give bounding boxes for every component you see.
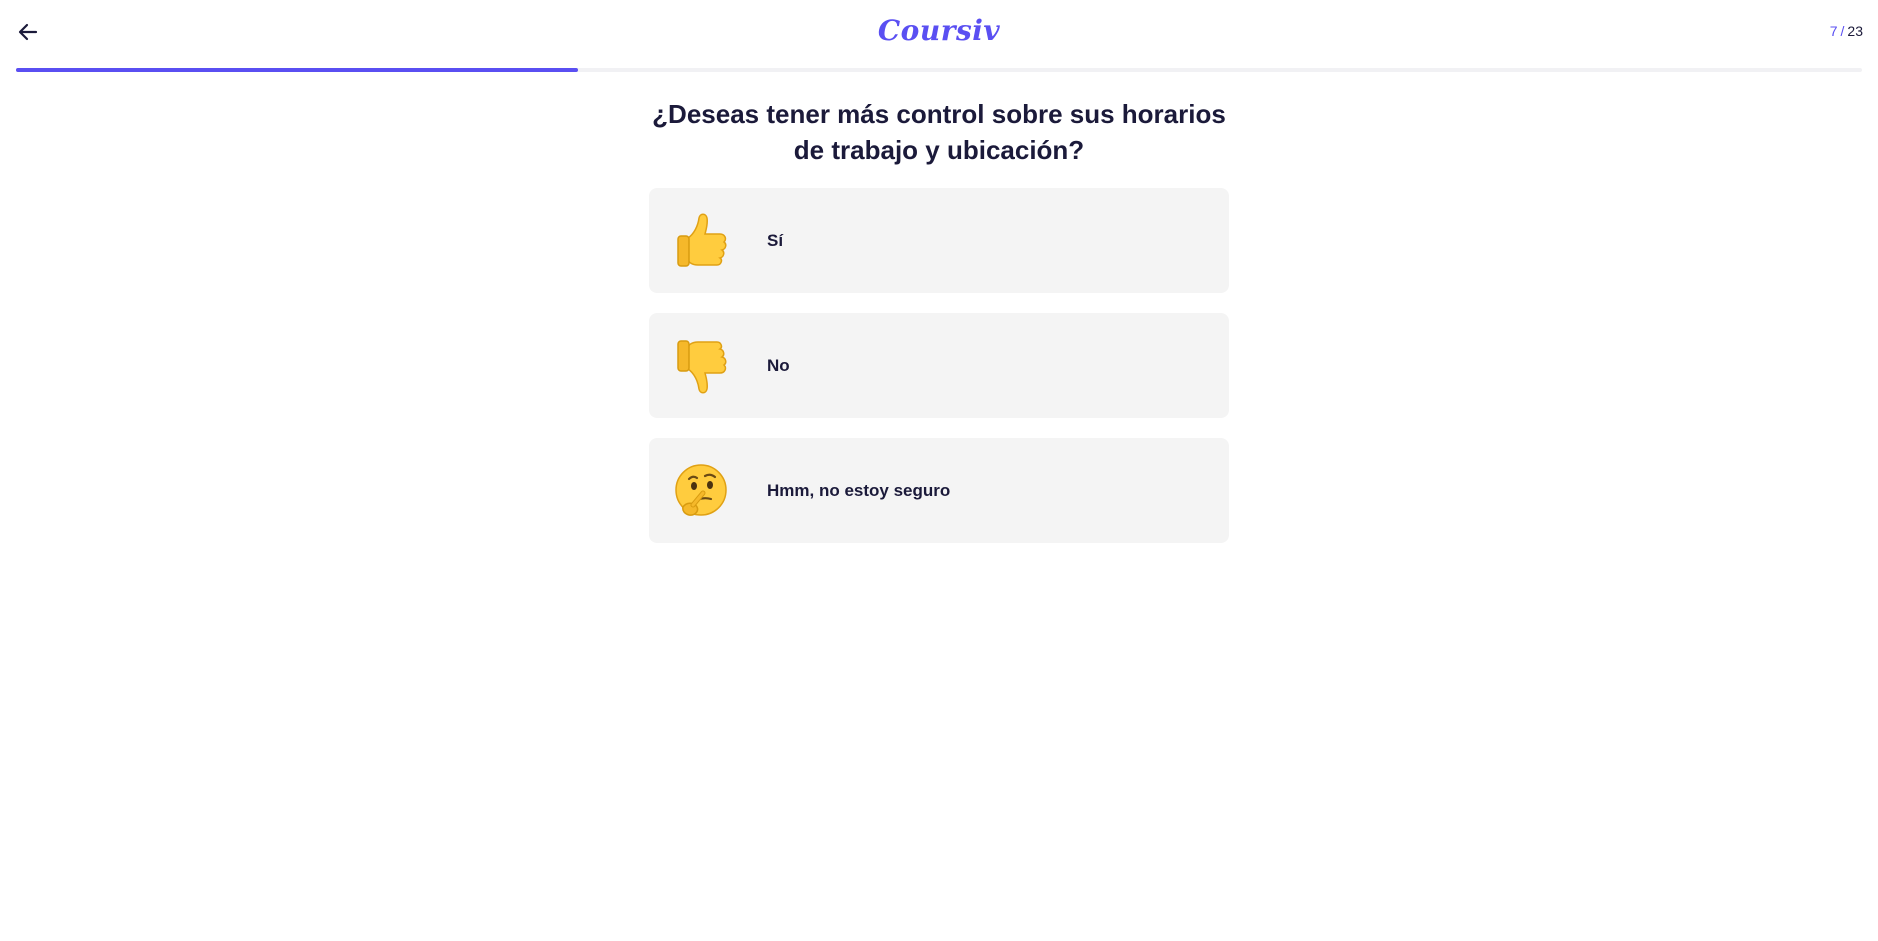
logo-text: Coursiv [877,13,1001,47]
step-total: 23 [1847,23,1863,39]
option-no[interactable]: No [649,313,1229,418]
step-separator: / [1840,23,1845,39]
option-label-unsure: Hmm, no estoy seguro [767,480,951,500]
progress-bar-fill [16,68,578,72]
step-counter: 7/23 [1830,23,1863,39]
option-label-yes: Sí [767,230,784,250]
option-yes[interactable]: Sí [649,188,1229,293]
coursiv-logo: Coursiv [878,12,1000,48]
thumbs-down-icon [671,336,731,396]
option-unsure[interactable]: Hmm, no estoy seguro [649,438,1229,543]
progress-bar [16,68,1862,72]
back-button[interactable] [14,20,42,44]
step-current: 7 [1829,23,1838,39]
top-bar: Coursiv 7/23 [0,0,1878,64]
thumbs-up-icon [671,211,731,271]
thinking-face-icon [671,461,731,521]
option-label-no: No [767,355,790,375]
arrow-left-icon [18,23,38,41]
question-title: ¿Deseas tener más control sobre sus hora… [652,99,1226,165]
answer-options: Sí No Hmm, no estoy seguro [649,188,1229,563]
